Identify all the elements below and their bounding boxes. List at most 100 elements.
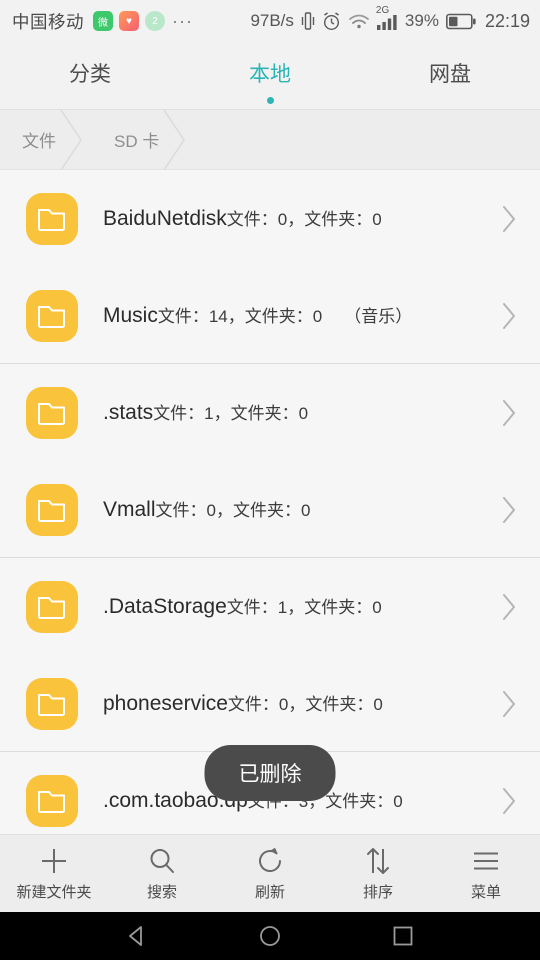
carrier-label: 中国移动 [12,11,84,32]
tab-categories[interactable]: 分类 [0,42,180,88]
file-row-counts: 文件：14，文件夹：0 [157,306,323,326]
bottom-toolbar: 新建文件夹 搜索 刷新 排序 菜单 [0,834,540,912]
tab-active-indicator-dot [266,97,274,104]
file-row-title: Vmall [103,497,156,521]
file-row-subtitle: 文件：1，文件夹：0 [153,404,308,423]
file-row-text: BaiduNetdisk文件：0，文件夹：0 [103,206,501,232]
chevron-right-icon [158,110,190,169]
file-row-subtitle: 文件：14，文件夹：0 （音乐） [158,307,412,326]
battery-icon [445,13,476,30]
file-row-text: Music文件：14，文件夹：0 （音乐） [103,303,501,329]
battery-percent-label: 39% [404,11,439,30]
clock-label: 22:19 [484,10,530,31]
file-row[interactable]: BaiduNetdisk文件：0，文件夹：0 [0,170,540,267]
file-row-title: phoneservice [103,691,228,715]
phone-screen: 中国移动 微 ♥ 2 ··· 97B/s 2G 39% 22:19 分类 本地 … [0,0,540,960]
signal-type-label: 2G [375,4,390,16]
folder-icon [26,580,78,633]
refresh-icon [254,845,286,877]
chevron-right-icon[interactable] [501,204,518,234]
file-row-counts: 文件：0，文件夹：0 [155,500,311,520]
tab-netdisk[interactable]: 网盘 [360,42,540,88]
plus-icon [38,845,70,877]
vibrate-icon [301,11,315,31]
breadcrumb-item-sdcard-label: SD 卡 [114,132,160,151]
alarm-icon [322,11,341,31]
file-row-subtitle: 文件：0，文件夹：0 [228,695,383,714]
wifi-icon [348,13,370,30]
file-row[interactable]: phoneservice文件：0，文件夹：0 [0,655,540,752]
signal-bars-icon: 2G [376,5,398,30]
tab-local-label: 本地 [249,63,291,86]
chevron-right-icon[interactable] [501,786,518,816]
recents-button[interactable] [390,923,416,949]
android-nav-bar [0,912,540,960]
menu-button[interactable]: 菜单 [432,845,540,902]
chevron-right-icon[interactable] [501,398,518,428]
tab-netdisk-label: 网盘 [429,63,471,86]
folder-icon [26,483,78,536]
sort-icon [362,845,394,877]
notification-badges: 微 ♥ 2 [93,11,165,31]
file-row-title: .stats [103,400,154,424]
chevron-right-icon [55,110,87,169]
file-row-subtitle: 文件：0，文件夹：0 [227,210,382,229]
tab-categories-label: 分类 [69,63,111,86]
chevron-right-icon[interactable] [501,301,518,331]
menu-label: 菜单 [470,884,501,901]
file-row-counts: 文件：1，文件夹：0 [153,403,309,423]
qq-badge-icon: 2 [145,11,165,31]
folder-icon [26,774,78,827]
search-label: 搜索 [146,884,177,901]
file-row-title: .DataStorage [103,594,227,618]
overflow-dots-icon: ··· [172,11,193,31]
folder-icon [26,192,78,245]
folder-icon [26,289,78,342]
refresh-label: 刷新 [254,884,285,901]
new-folder-label: 新建文件夹 [16,884,92,901]
new-folder-button[interactable]: 新建文件夹 [0,845,108,902]
file-row[interactable]: Music文件：14，文件夹：0 （音乐） [0,267,540,364]
folder-icon [26,386,78,439]
file-row-counts: 文件：0，文件夹：0 [227,694,383,714]
file-row-subtitle: 文件：0，文件夹：0 [156,501,311,520]
chevron-right-icon[interactable] [501,495,518,525]
breadcrumb-item-sdcard[interactable]: SD 卡 [86,110,189,169]
folder-icon [26,677,78,730]
back-button[interactable] [124,923,150,949]
toast-message: 已删除 [204,745,336,801]
search-icon [146,845,178,877]
chevron-right-icon[interactable] [501,592,518,622]
file-row-counts: 文件：0，文件夹：0 [226,209,382,229]
file-row-text: Vmall文件：0，文件夹：0 [103,497,501,523]
top-tab-bar: 分类 本地 网盘 [0,42,540,110]
file-row-title: Music [103,303,158,327]
chevron-right-icon[interactable] [501,689,518,719]
network-speed-label: 97B/s [250,11,294,30]
sort-label: 排序 [362,884,393,901]
search-button[interactable]: 搜索 [108,845,216,902]
menu-icon [470,845,502,877]
refresh-button[interactable]: 刷新 [216,845,324,902]
heart-badge-icon: ♥ [119,11,139,31]
tab-local[interactable]: 本地 [180,42,360,104]
file-row-counts: 文件：1，文件夹：0 [226,597,382,617]
wechat-badge-icon: 微 [93,11,113,31]
home-button[interactable] [257,923,283,949]
file-row-text: .stats文件：1，文件夹：0 [103,400,501,426]
file-list[interactable]: BaiduNetdisk文件：0，文件夹：0 Music文件：14，文件夹：0 （音… [0,170,540,834]
file-row-subtitle: 文件：1，文件夹：0 [227,598,382,617]
sort-button[interactable]: 排序 [324,845,432,902]
status-bar-right: 97B/s 2G 39% 22:19 [250,5,530,32]
file-row-title: BaiduNetdisk [103,206,227,230]
breadcrumb-item-files-label: 文件 [22,132,56,151]
file-row[interactable]: Vmall文件：0，文件夹：0 [0,461,540,558]
status-bar: 中国移动 微 ♥ 2 ··· 97B/s 2G 39% 22:19 [0,0,540,42]
breadcrumb: 文件 SD 卡 [0,110,540,170]
file-row[interactable]: .DataStorage文件：1，文件夹：0 [0,558,540,655]
file-row[interactable]: .stats文件：1，文件夹：0 [0,364,540,461]
file-row-text: phoneservice文件：0，文件夹：0 [103,691,501,717]
file-row-alias: （音乐） [344,306,413,326]
file-row-text: .DataStorage文件：1，文件夹：0 [103,594,501,620]
breadcrumb-item-files[interactable]: 文件 [0,110,86,169]
